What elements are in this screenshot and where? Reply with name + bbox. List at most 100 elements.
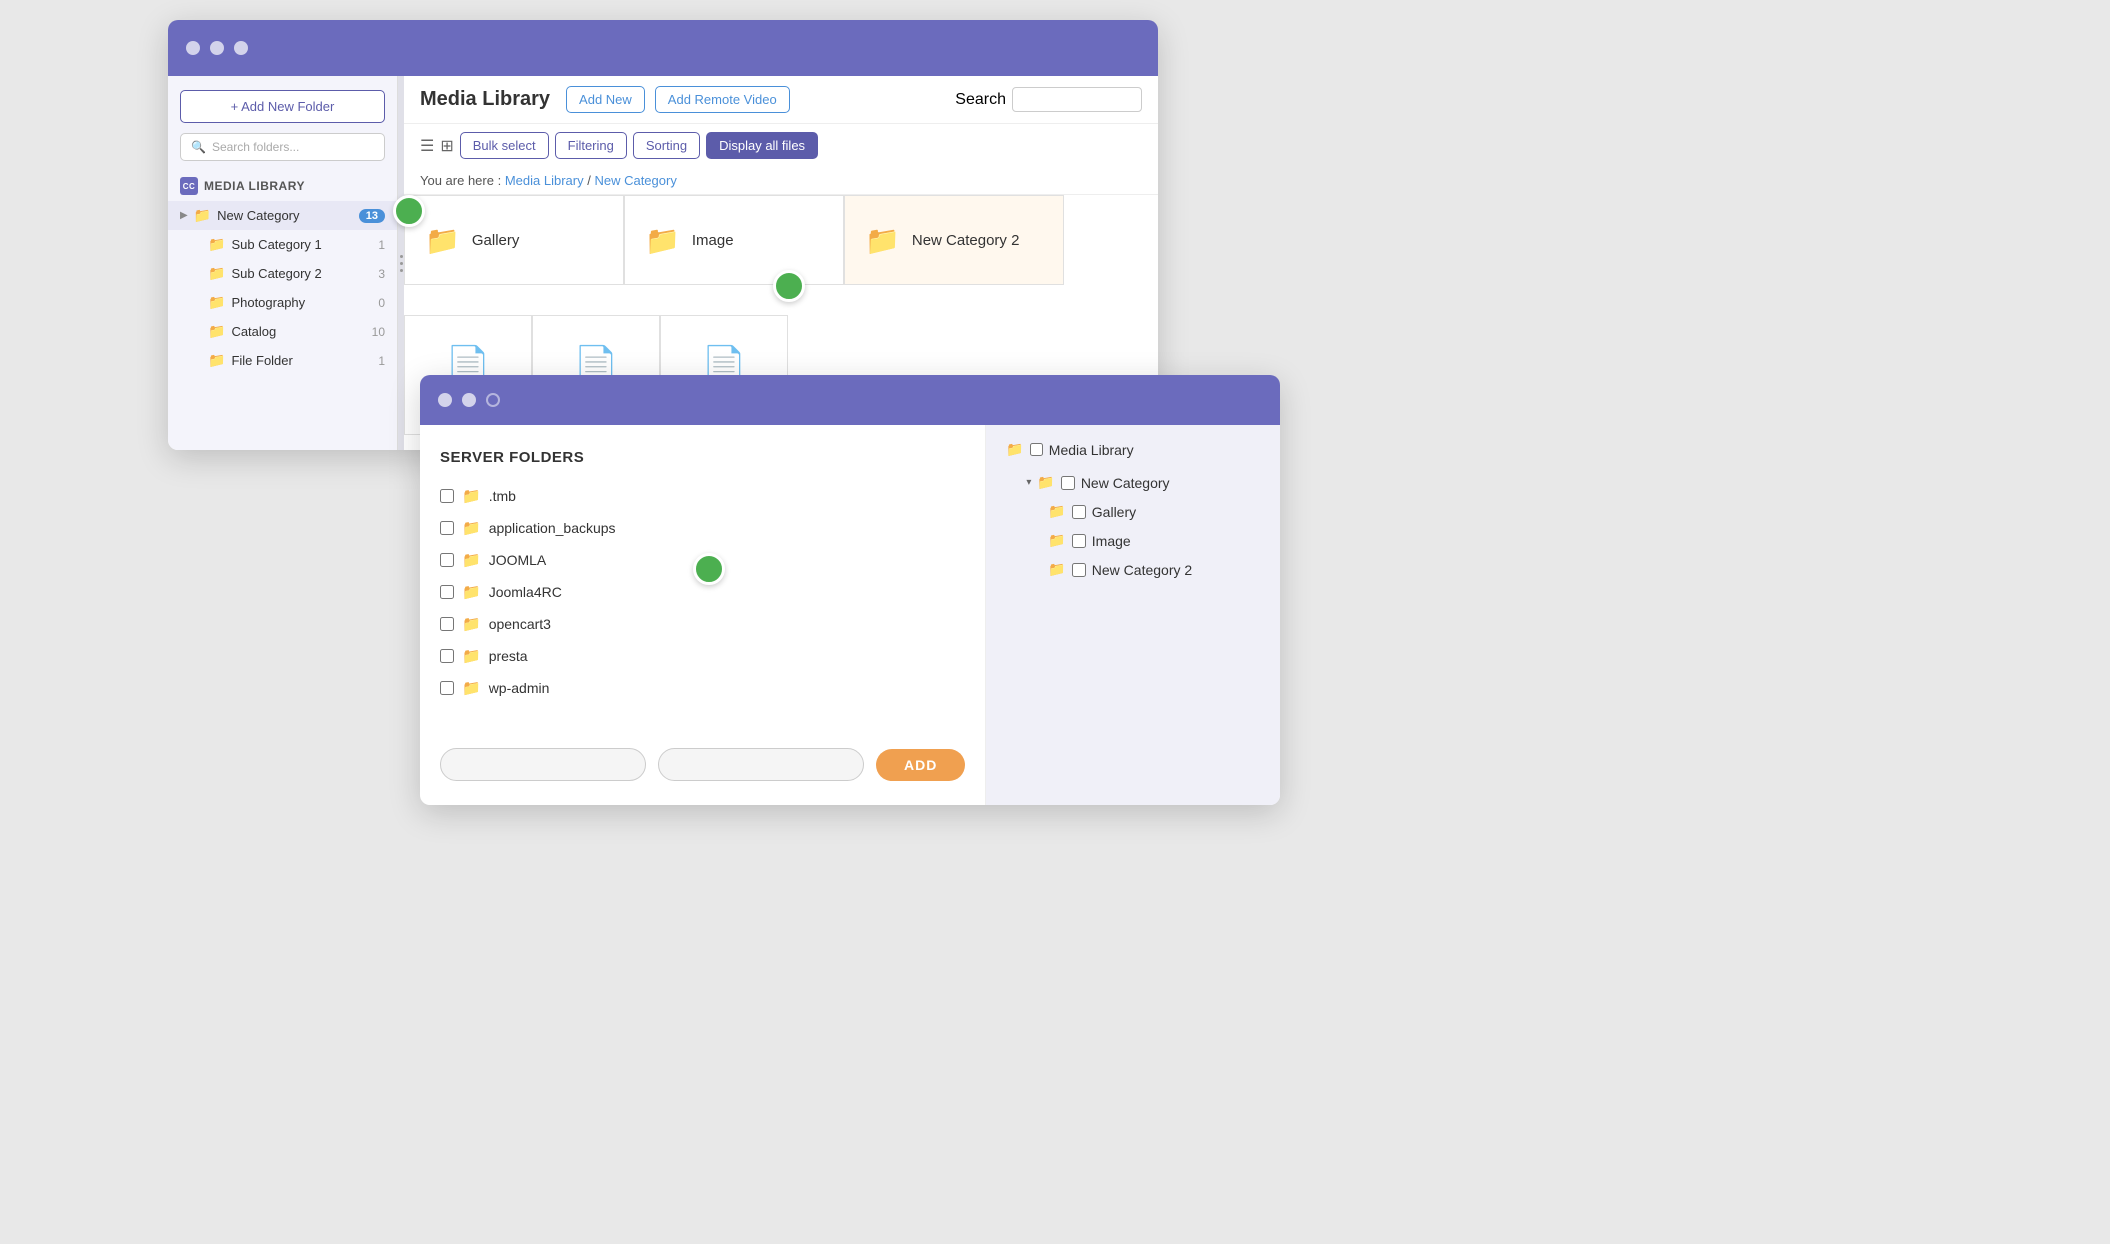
folder-icon: 📁 [462,583,481,601]
sorting-button[interactable]: Sorting [633,132,700,159]
subfolder-sub-category-2[interactable]: 📁 Sub Category 2 3 [196,259,397,288]
page-title: Media Library [420,88,550,111]
child-name: Image [1092,533,1131,549]
display-all-button[interactable]: Display all files [706,132,818,159]
traffic-dot-3 [234,41,248,55]
breadcrumb-prefix: You are here : [420,173,501,188]
media-library-label: CC MEDIA LIBRARY [168,171,397,201]
folder-icon: 📁 [194,207,211,224]
subfolder-count: 1 [367,354,385,368]
folder-icon: 📁 [865,224,900,257]
subfolder-photography[interactable]: 📁 Photography 0 [196,288,397,317]
server-item-checkbox[interactable] [440,649,454,663]
add-new-button[interactable]: Add New [566,86,645,113]
breadcrumb-new-category[interactable]: New Category [594,173,676,188]
search-label: Search [955,91,1006,109]
server-item-checkbox[interactable] [440,585,454,599]
server-item-checkbox[interactable] [440,617,454,631]
subfolder-count: 1 [367,238,385,252]
server-item-app-backups[interactable]: 📁 application_backups [440,512,965,544]
cc-icon: CC [180,177,198,195]
subfolder-name: Photography [231,295,361,310]
folder-icon: 📁 [462,519,481,537]
subfolder-name: Sub Category 2 [231,266,361,281]
server-item-checkbox[interactable] [440,553,454,567]
tree-child-image[interactable]: 📁 Image [1048,526,1260,555]
folder-card-name: Image [692,232,734,249]
server-item-tmb[interactable]: 📁 .tmb [440,480,965,512]
folder-card-new-category-2[interactable]: 📁 New Category 2 [844,195,1064,285]
root-label: Media Library [1049,442,1134,458]
server-item-wp-admin[interactable]: 📁 wp-admin [440,672,965,704]
folder-icon: 📁 [1037,474,1054,491]
folder-icon: 📁 [208,352,225,369]
folder-icon: 📁 [1048,561,1065,578]
search-folders-box[interactable]: 🔍 Search folders... [180,133,385,161]
folder-name: New Category [217,208,353,223]
tree-child-gallery[interactable]: 📁 Gallery [1048,497,1260,526]
child-checkbox[interactable] [1072,505,1086,519]
child-checkbox[interactable] [1072,534,1086,548]
chevron-down-icon: ▾ [1026,477,1031,488]
filtering-button[interactable]: Filtering [555,132,627,159]
drag-dot [400,269,403,272]
add-folder-button[interactable]: + Add New Folder [180,90,385,123]
subfolder-file-folder[interactable]: 📁 File Folder 1 [196,346,397,375]
folder-icon: 📁 [462,551,481,569]
server-item-presta[interactable]: 📁 presta [440,640,965,672]
subfolder-count: 3 [367,267,385,281]
tree-node-new-category: ▾ 📁 New Category 📁 Gallery 📁 Image [1026,468,1260,584]
bottom-bar: ADD [440,728,965,781]
tree-item-new-category[interactable]: ▾ 📁 New Category [1026,468,1260,497]
titlebar-1 [168,20,1158,76]
folder-icon: 📁 [208,265,225,282]
server-item-checkbox[interactable] [440,681,454,695]
search-input[interactable] [1012,87,1142,112]
path-input-2[interactable] [658,748,864,781]
item-name: .tmb [489,488,516,504]
root-checkbox[interactable] [1030,443,1043,456]
folder-icon: 📁 [1006,441,1023,458]
subfolder-name: Sub Category 1 [231,237,361,252]
add-remote-video-button[interactable]: Add Remote Video [655,86,790,113]
folder-new-category[interactable]: ▶ 📁 New Category 13 [168,201,397,230]
server-folders-window: SERVER FOLDERS 📁 .tmb 📁 application_back… [420,375,1280,805]
category-checkbox[interactable] [1061,476,1075,490]
folder-card-image[interactable]: 📁 Image [624,195,844,285]
path-input-1[interactable] [440,748,646,781]
folder-icon: 📁 [208,236,225,253]
add-button[interactable]: ADD [876,749,965,781]
subfolder-name: File Folder [231,353,361,368]
breadcrumb: You are here : Media Library / New Categ… [404,167,1158,195]
sidebar: + Add New Folder 🔍 Search folders... CC … [168,76,398,450]
server-item-opencart3[interactable]: 📁 opencart3 [440,608,965,640]
item-name: Joomla4RC [489,584,562,600]
grid-view-button[interactable]: ⊞ [440,136,453,156]
subfolder-catalog[interactable]: 📁 Catalog 10 [196,317,397,346]
item-name: opencart3 [489,616,551,632]
bulk-select-button[interactable]: Bulk select [460,132,549,159]
server-item-checkbox[interactable] [440,521,454,535]
item-name: presta [489,648,528,664]
server-item-checkbox[interactable] [440,489,454,503]
subfolder-count: 10 [367,325,385,339]
media-tree-panel: 📁 Media Library ▾ 📁 New Category 📁 Galle… [986,425,1280,805]
folder-card-name: New Category 2 [912,232,1020,249]
search-field: Search [955,87,1142,112]
titlebar-2 [420,375,1280,425]
item-name: wp-admin [489,680,550,696]
server-items-list: 📁 .tmb 📁 application_backups 📁 JOOMLA 📁 [440,480,965,704]
subfolder-sub-category-1[interactable]: 📁 Sub Category 1 1 [196,230,397,259]
subfolder-name: Catalog [231,324,361,339]
breadcrumb-media-library[interactable]: Media Library [505,173,584,188]
folder-card-name: Gallery [472,232,520,249]
tree-child-new-category-2[interactable]: 📁 New Category 2 [1048,555,1260,584]
child-checkbox[interactable] [1072,563,1086,577]
filter-bar: ☰ ⊞ Bulk select Filtering Sorting Displa… [404,124,1158,167]
folder-icon: 📁 [645,224,680,257]
folder-card-gallery[interactable]: 📁 Gallery [404,195,624,285]
drag-indicator-2 [773,270,805,302]
tree-children: 📁 Gallery 📁 Image 📁 New Category 2 [1048,497,1260,584]
list-view-button[interactable]: ☰ [420,136,434,156]
item-name: application_backups [489,520,616,536]
